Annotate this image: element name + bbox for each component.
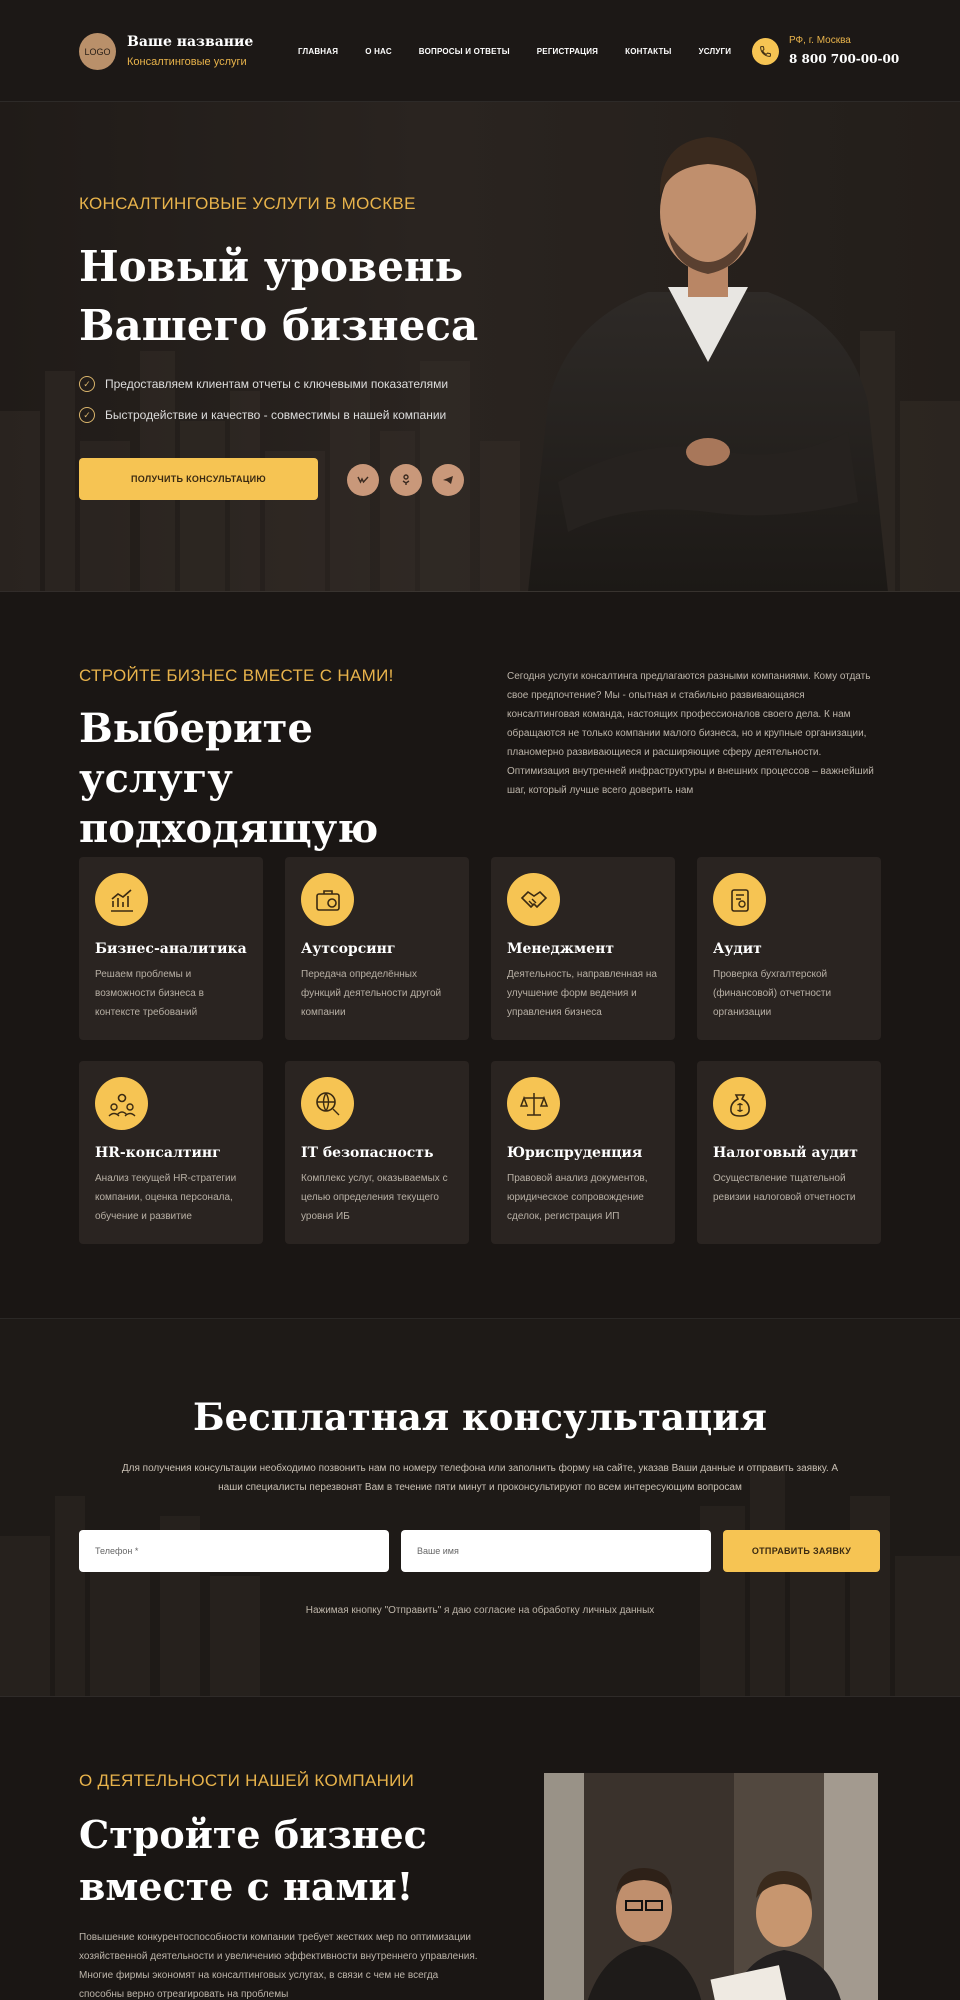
telegram-icon[interactable]	[432, 464, 464, 496]
card-text: Проверка бухгалтерской (финансовой) отче…	[713, 969, 832, 1018]
vk-icon[interactable]	[347, 464, 379, 496]
check-icon: ✓	[79, 376, 95, 392]
card-text: Осуществление тщательной ревизии налогов…	[713, 1173, 856, 1203]
phone-icon[interactable]	[752, 38, 779, 65]
submit-request-button[interactable]: ОТПРАВИТЬ ЗАЯВКУ	[723, 1530, 880, 1572]
card-text: Правовой анализ документов, юридическое …	[507, 1173, 648, 1222]
card-text: Комплекс услуг, оказываемых с целью опре…	[301, 1173, 448, 1222]
hero-points: ✓ Предоставляем клиентам отчеты с ключев…	[79, 376, 448, 438]
card-title: Аудит	[713, 941, 762, 957]
nav-contacts[interactable]: КОНТАКТЫ	[625, 47, 671, 58]
card-title: Менеджмент	[507, 941, 615, 957]
money-bag-icon	[713, 1077, 766, 1130]
meeting-photo	[544, 1773, 878, 2000]
about-kicker: О ДЕЯТЕЛЬНОСТИ НАШЕЙ КОМПАНИИ	[79, 1771, 415, 1790]
services-kicker: СТРОЙТЕ БИЗНЕС ВМЕСТЕ С НАМИ!	[79, 666, 394, 685]
service-card-audit[interactable]: Аудит Проверка бухгалтерской (финансовой…	[697, 857, 881, 1040]
consent-note: Нажимая кнопку "Отправить" я даю согласи…	[305, 1605, 655, 1616]
phone-field[interactable]: Телефон *	[79, 1530, 389, 1572]
about-description: Повышение конкурентоспособности компании…	[79, 1932, 478, 2000]
name-field[interactable]: Ваше имя	[401, 1530, 711, 1572]
nav-faq[interactable]: ВОПРОСЫ И ОТВЕТЫ	[419, 47, 510, 58]
hero-kicker: КОНСАЛТИНГОВЫЕ УСЛУГИ В МОСКВЕ	[79, 194, 416, 213]
ok-icon[interactable]	[390, 464, 422, 496]
card-text: Передача определённых функций деятельнос…	[301, 969, 442, 1018]
card-title: HR-консалтинг	[95, 1145, 221, 1161]
brand-subtitle: Консалтинговые услуги	[127, 56, 247, 68]
chart-icon	[95, 873, 148, 926]
phone-number[interactable]: 8 800 700-00-00	[789, 52, 899, 66]
service-card-business-analytics[interactable]: Бизнес-аналитика Решаем проблемы и возмо…	[79, 857, 263, 1040]
hero-section: КОНСАЛТИНГОВЫЕ УСЛУГИ В МОСКВЕ Новый уро…	[0, 102, 960, 592]
nav-registration[interactable]: РЕГИСТРАЦИЯ	[537, 47, 598, 58]
scales-icon	[507, 1077, 560, 1130]
logo[interactable]: LOGO	[79, 33, 116, 70]
brand-name: Ваше название	[127, 34, 254, 50]
service-card-law[interactable]: Юриспруденция Правовой анализ документов…	[491, 1061, 675, 1244]
nav-about[interactable]: О НАС	[365, 47, 392, 58]
briefcase-icon	[301, 873, 354, 926]
about-section: О ДЕЯТЕЛЬНОСТИ НАШЕЙ КОМПАНИИ Стройте би…	[0, 1697, 960, 2000]
card-title: Бизнес-аналитика	[95, 941, 247, 957]
card-title: Юриспруденция	[507, 1145, 643, 1161]
service-card-tax-audit[interactable]: Налоговый аудит Осуществление тщательной…	[697, 1061, 881, 1244]
consultation-title: Бесплатная консультация	[193, 1395, 767, 1439]
card-title: Аутсорсинг	[301, 941, 396, 957]
people-icon	[95, 1077, 148, 1130]
card-text: Анализ текущей HR-стратегии компании, оц…	[95, 1173, 237, 1222]
service-card-outsourcing[interactable]: Аутсорсинг Передача определённых функций…	[285, 857, 469, 1040]
nav-services[interactable]: УСЛУГИ	[699, 47, 732, 58]
hero-point-text: Предоставляем клиентам отчеты с ключевым…	[105, 377, 449, 391]
card-text: Решаем проблемы и возможности бизнеса в …	[95, 969, 204, 1018]
service-card-hr-consulting[interactable]: HR-консалтинг Анализ текущей HR-стратеги…	[79, 1061, 263, 1244]
nav-home[interactable]: ГЛАВНАЯ	[298, 47, 338, 58]
main-nav: ГЛАВНАЯ О НАС ВОПРОСЫ И ОТВЕТЫ РЕГИСТРАЦ…	[298, 47, 764, 58]
hero-point: ✓ Предоставляем клиентам отчеты с ключев…	[79, 376, 448, 392]
card-text: Деятельность, направленная на улучшение …	[507, 969, 657, 1018]
check-icon: ✓	[79, 407, 95, 423]
get-consultation-button[interactable]: ПОЛУЧИТЬ КОНСУЛЬТАЦИЮ	[79, 458, 318, 500]
hero-point: ✓ Быстродействие и качество - совместимы…	[79, 407, 448, 423]
consultation-description: Для получения консультации необходимо по…	[121, 1463, 839, 1493]
card-title: IT безопасность	[301, 1145, 434, 1161]
card-title: Налоговый аудит	[713, 1145, 858, 1161]
service-card-management[interactable]: Менеджмент Деятельность, направленная на…	[491, 857, 675, 1040]
globe-search-icon	[301, 1077, 354, 1130]
services-section: СТРОЙТЕ БИЗНЕС ВМЕСТЕ С НАМИ! Выберите у…	[0, 592, 960, 1319]
consultation-section: Бесплатная консультация Для получения ко…	[0, 1319, 960, 1697]
services-description: Сегодня услуги консалтинга предлагаются …	[507, 671, 874, 796]
handshake-icon	[507, 873, 560, 926]
businessman-photo	[528, 137, 888, 591]
about-title: Стройте бизнес вместе с нами!	[79, 1812, 427, 1909]
hero-point-text: Быстродействие и качество - совместимы в…	[105, 408, 447, 422]
hero-title: Новый уровень Вашего бизнеса	[79, 242, 479, 350]
site-header: LOGO Ваше название Консалтинговые услуги…	[0, 0, 960, 102]
city-label: РФ, г. Москва	[789, 35, 851, 46]
audit-icon	[713, 873, 766, 926]
service-card-it-security[interactable]: IT безопасность Комплекс услуг, оказывае…	[285, 1061, 469, 1244]
